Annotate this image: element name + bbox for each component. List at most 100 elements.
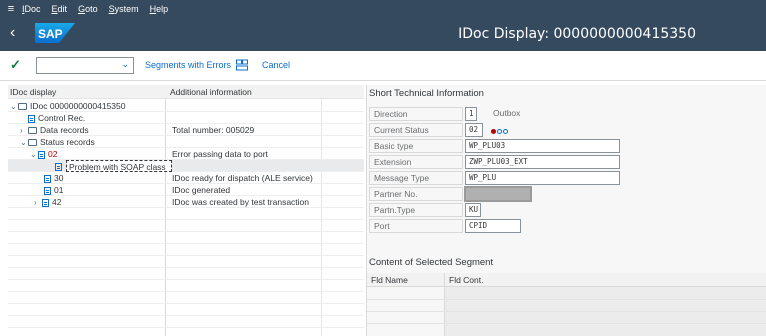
- header-fld-cont[interactable]: Fld Cont.: [449, 275, 484, 285]
- tree-row-soap-problem[interactable]: Problem with SOAP class: [8, 160, 364, 172]
- menu-help[interactable]: Help: [150, 4, 169, 14]
- selected-node[interactable]: Problem with SOAP class: [66, 160, 172, 172]
- tree-row-label: Data records: [40, 125, 89, 135]
- tree-row-label: 30: [54, 173, 64, 183]
- toolbar: ✓ ⌄ Segments with Errors Cancel: [0, 51, 766, 81]
- current-status-field[interactable]: 02: [465, 123, 483, 137]
- tree-row-empty: [8, 232, 364, 244]
- partn-type-label: Partn.Type: [369, 203, 463, 217]
- tree-row-info: IDoc was created by test transaction: [172, 197, 310, 207]
- back-arrow-icon[interactable]: ‹: [10, 24, 15, 42]
- expand-arrow-icon[interactable]: ›: [34, 198, 42, 207]
- sap-logo: SAP: [35, 23, 75, 43]
- header-additional-info[interactable]: Additional information: [170, 87, 252, 97]
- tree-row-label: 02: [48, 149, 58, 159]
- header-fld-name[interactable]: Fld Name: [371, 275, 408, 285]
- partn-type-field[interactable]: KU: [465, 203, 481, 217]
- page-title: IDoc Display: 0000000000415350: [458, 26, 696, 42]
- tree-row-info: Error passing data to port: [172, 149, 268, 159]
- tree-row-empty: [8, 316, 364, 328]
- tree-row-label: 42: [52, 197, 62, 207]
- direction-label: Direction: [369, 107, 463, 121]
- cancel-button[interactable]: Cancel: [262, 60, 290, 70]
- tree-row-label: Control Rec.: [38, 113, 86, 123]
- direction-text: Outbox: [493, 108, 521, 118]
- partner-no-field[interactable]: [464, 186, 532, 202]
- tree-row-empty: [8, 244, 364, 256]
- message-type-label: Message Type: [369, 171, 463, 185]
- port-label: Port: [369, 219, 463, 233]
- extension-row: Extension ZWP_PLU03_EXT: [369, 155, 765, 169]
- extension-label: Extension: [369, 155, 463, 169]
- document-icon: [38, 150, 45, 159]
- tree-row-empty: [8, 292, 364, 304]
- current-status-label: Current Status: [369, 123, 463, 137]
- tree-row-status-01[interactable]: 01 IDoc generated: [8, 184, 364, 196]
- row-divider: [367, 299, 766, 300]
- menu-idoc[interactable]: IDoc: [22, 4, 41, 14]
- partner-no-row: Partner No.: [369, 186, 765, 202]
- document-icon: [42, 198, 49, 207]
- document-icon: [55, 162, 62, 171]
- idoc-tree-table: IDoc display Additional information ⌄ IDo…: [8, 85, 364, 336]
- segment-content-title: Content of Selected Segment: [369, 257, 494, 268]
- hamburger-menu-icon[interactable]: ≡: [0, 3, 22, 15]
- tree-row-empty: [8, 280, 364, 292]
- tree-row-idoc[interactable]: ⌄ IDoc 0000000000415350: [8, 100, 364, 112]
- segment-table-header: Fld Name Fld Cont.: [367, 273, 766, 287]
- tree-row-empty: [8, 304, 364, 316]
- tree-row-empty: [8, 208, 364, 220]
- row-divider: [367, 311, 766, 312]
- collapse-arrow-icon[interactable]: ⌄: [30, 150, 38, 159]
- tree-row-control-rec[interactable]: Control Rec.: [8, 112, 364, 124]
- message-type-field[interactable]: WP_PLU: [465, 171, 620, 185]
- tree-row-empty: [8, 268, 364, 280]
- status-light-icon: [491, 126, 509, 136]
- partn-type-row: Partn.Type KU: [369, 203, 765, 217]
- tree-row-empty: [8, 256, 364, 268]
- row-divider: [367, 323, 766, 324]
- tree-row-data-records[interactable]: › Data records Total number: 005029: [8, 124, 364, 136]
- chevron-down-icon[interactable]: ⌄: [121, 59, 129, 70]
- menu-edit[interactable]: Edit: [52, 4, 68, 14]
- segment-content-table: Fld Name Fld Cont.: [367, 273, 766, 336]
- document-icon: [44, 186, 51, 195]
- basic-type-label: Basic type: [369, 139, 463, 153]
- tree-header: IDoc display Additional information: [8, 85, 364, 99]
- menu-system[interactable]: System: [109, 4, 139, 14]
- basic-type-field[interactable]: WP_PLU03: [465, 139, 620, 153]
- header-idoc-display[interactable]: IDoc display: [10, 87, 56, 97]
- command-field[interactable]: ⌄: [36, 57, 134, 74]
- enter-check-icon[interactable]: ✓: [10, 57, 21, 73]
- short-technical-info-title: Short Technical Information: [369, 88, 484, 99]
- tree-row-status-02[interactable]: ⌄ 02 Error passing data to port: [8, 148, 364, 160]
- folder-open-icon: [18, 103, 27, 111]
- segments-with-errors-button[interactable]: Segments with Errors: [145, 60, 231, 70]
- technical-info-group: Direction 1 Outbox Current Status 02 Bas…: [369, 101, 765, 241]
- document-icon: [44, 174, 51, 183]
- port-field[interactable]: CPID: [465, 219, 521, 233]
- tree-row-status-30[interactable]: 30 IDoc ready for dispatch (ALE service): [8, 172, 364, 184]
- basic-type-row: Basic type WP_PLU03: [369, 139, 765, 153]
- sap-logo-text: SAP: [38, 27, 63, 41]
- folder-icon: [28, 127, 37, 135]
- collapse-arrow-icon[interactable]: ⌄: [10, 102, 18, 111]
- port-row: Port CPID: [369, 219, 765, 233]
- tree-row-empty: [8, 220, 364, 232]
- tree-row-status-records[interactable]: ⌄ Status records: [8, 136, 364, 148]
- title-bar: ‹ SAP IDoc Display: 0000000000415350: [0, 17, 766, 51]
- extension-field[interactable]: ZWP_PLU03_EXT: [465, 155, 620, 169]
- segment-list-icon[interactable]: [236, 59, 248, 71]
- tree-row-info: Total number: 005029: [172, 125, 255, 135]
- direction-row: Direction 1 Outbox: [369, 107, 765, 121]
- menu-bar: ≡ IDoc Edit Goto System Help: [0, 0, 766, 17]
- expand-arrow-icon[interactable]: ›: [20, 126, 28, 135]
- technical-info-panel: Short Technical Information Direction 1 …: [366, 85, 766, 336]
- tree-row-label: 01: [54, 185, 64, 195]
- menu-goto[interactable]: Goto: [78, 4, 98, 14]
- collapse-arrow-icon[interactable]: ⌄: [20, 138, 28, 147]
- direction-field[interactable]: 1: [465, 107, 477, 121]
- current-status-row: Current Status 02: [369, 123, 765, 137]
- tree-row-label: Problem with SOAP class: [69, 162, 166, 172]
- tree-row-status-42[interactable]: › 42 IDoc was created by test transaction: [8, 196, 364, 208]
